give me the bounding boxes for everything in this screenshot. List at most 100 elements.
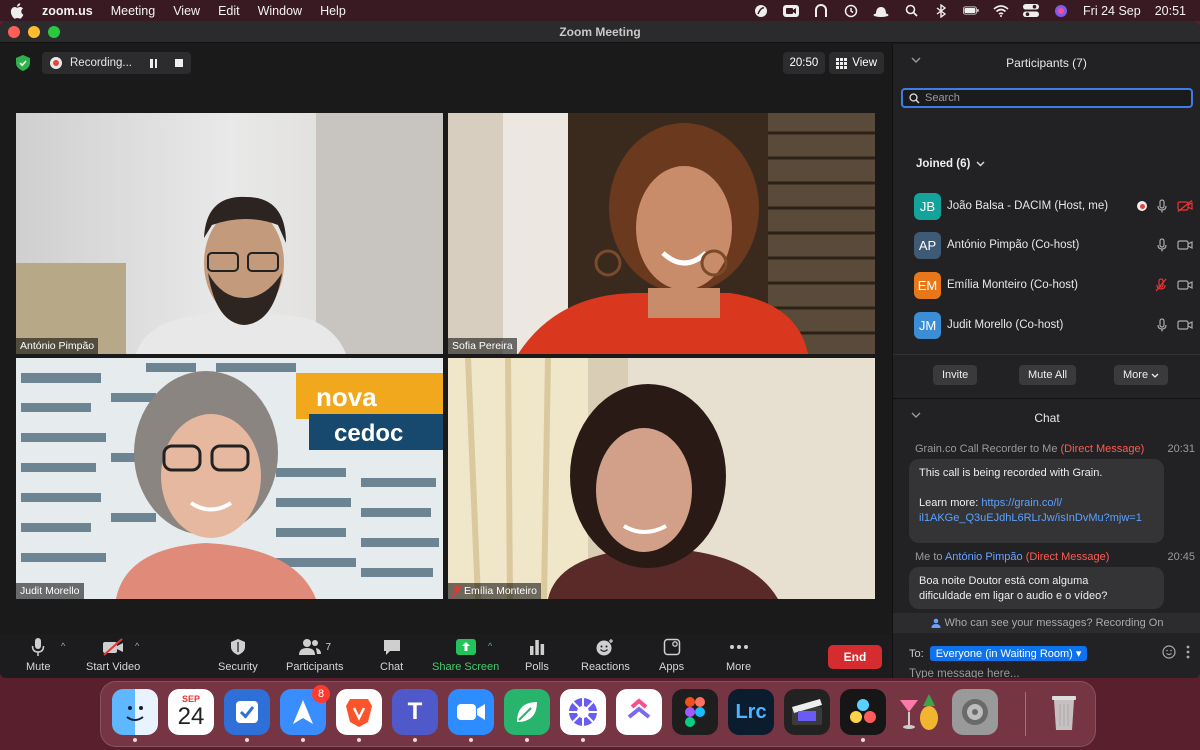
dock-calendar[interactable]: SEP 24 [168,689,214,735]
bluetooth-icon[interactable] [933,3,949,18]
dock-brave-browser[interactable] [336,689,382,742]
dock-finder[interactable] [112,689,158,742]
video-tile-judit[interactable]: nova cedoc Judit Morello [16,358,443,599]
microphone-icon[interactable] [1157,199,1167,213]
mute-all-button[interactable]: Mute All [1019,365,1077,385]
dock-evernote-like-app[interactable] [504,689,550,742]
battery-icon[interactable] [963,4,979,18]
avatar: JM [914,311,941,339]
video-camera-icon[interactable] [1177,319,1193,331]
more-options-button[interactable]: More [1114,365,1169,385]
dock-perplexity-app[interactable] [560,689,606,742]
zoom-status-icon[interactable] [783,4,800,18]
menu-meeting[interactable]: Meeting [111,4,155,18]
end-meeting-button[interactable]: End [828,645,882,669]
participant-row[interactable]: JM Judit Morello (Co-host) [914,311,1199,339]
menu-window[interactable]: Window [258,4,302,18]
stop-recording-icon[interactable] [175,59,184,67]
encryption-shield-icon[interactable] [12,52,34,74]
maximize-window-button[interactable] [48,26,60,38]
mute-button[interactable]: Mute [26,636,50,673]
reactions-button[interactable]: Reactions [581,636,630,673]
time-machine-icon[interactable] [843,4,859,18]
microphone-icon[interactable] [1157,238,1167,252]
video-off-icon[interactable] [1177,200,1193,212]
participant-search-input[interactable] [925,92,1175,104]
chevron-down-icon [976,161,985,167]
dock-figma[interactable] [672,689,718,735]
side-panel: Participants (7) Joined (6) JB João Bals… [892,44,1200,678]
message-visibility-link[interactable]: Who can see your messages? Recording On [893,613,1200,633]
recipient-dropdown[interactable]: Everyone (in Waiting Room) ▾ [929,646,1088,661]
apple-icon[interactable] [10,2,24,19]
menu-help[interactable]: Help [320,4,346,18]
video-tile-sofia[interactable]: Sofia Pereira [448,113,875,354]
participant-row[interactable]: AP António Pimpão (Co-host) [914,231,1199,259]
siri-icon[interactable] [1053,4,1069,18]
video-camera-icon[interactable] [1177,279,1193,291]
pause-recording-icon[interactable] [150,58,158,68]
collapse-chat-chevron-icon[interactable] [911,412,921,419]
participant-row[interactable]: JB João Balsa - DACIM (Host, me) [914,192,1199,220]
dock-lightroom-classic[interactable]: Lrc [728,689,774,735]
microphone-icon[interactable] [1157,318,1167,332]
video-camera-icon[interactable] [1177,239,1193,251]
participant-video: nova cedoc [16,358,443,599]
emoji-icon[interactable] [1162,645,1176,659]
menubar-time[interactable]: 20:51 [1155,4,1186,18]
menu-view[interactable]: View [173,4,200,18]
more-button[interactable]: More [726,636,751,673]
menu-edit[interactable]: Edit [218,4,240,18]
grain-link[interactable]: https://grain.co/l/ [981,497,1062,509]
start-video-button[interactable]: Start Video [86,636,140,673]
chat-message-input[interactable] [909,668,1189,678]
participant-row[interactable]: EM Emília Monteiro (Co-host) [914,271,1199,299]
dock-tasks-app[interactable] [224,689,270,742]
polls-button[interactable]: Polls [525,636,549,673]
chat-button[interactable]: Chat [380,636,403,673]
direct-message-tag: (Direct Message) [1060,443,1145,455]
video-options-chevron-icon[interactable]: ^ [135,641,139,651]
window-titlebar[interactable]: Zoom Meeting [0,21,1200,43]
dock-system-preferences[interactable] [952,689,998,735]
spotlight-search-icon[interactable] [903,4,919,18]
dock-pineapple-app[interactable] [896,689,942,735]
apps-button[interactable]: Apps [659,636,684,673]
share-options-chevron-icon[interactable]: ^ [488,641,492,651]
menubar-date[interactable]: Fri 24 Sep [1083,4,1141,18]
person-icon [931,618,941,628]
dock-teams[interactable]: T [392,689,438,742]
arch-status-icon[interactable] [813,3,829,18]
minimize-window-button[interactable] [28,26,40,38]
dock-davinci-resolve[interactable] [840,689,886,742]
hat-status-icon[interactable] [873,4,889,18]
dock-zoom[interactable] [448,689,494,742]
video-tile-antonio[interactable]: António Pimpão [16,113,443,354]
control-center-icon[interactable] [1023,4,1040,18]
audio-options-chevron-icon[interactable]: ^ [61,641,65,651]
invite-button[interactable]: Invite [933,365,978,385]
muted-mic-icon[interactable] [1155,278,1167,292]
participants-title: Participants (7) [1006,56,1087,70]
dock-spark-mail[interactable]: 8 [280,685,330,742]
grain-link-continued[interactable]: il1AKGe_Q3uEJdhL6RLrJw/isInDvMu?mjw=1 [919,512,1142,524]
menu-app-name[interactable]: zoom.us [42,4,93,18]
view-button[interactable]: View [829,52,884,74]
participant-search-box[interactable] [901,88,1193,108]
leaf-icon [517,702,537,722]
security-button[interactable]: Security [218,636,258,673]
close-window-button[interactable] [8,26,20,38]
participants-button[interactable]: 7 Participants [286,636,343,673]
participant-name: Judit Morello (Co-host) [947,319,1064,331]
dock-trash[interactable] [1041,689,1087,735]
video-tile-emilia[interactable]: Emília Monteiro [448,358,875,599]
leaf-status-icon[interactable] [753,4,769,18]
wifi-icon[interactable] [993,4,1009,18]
collapse-participants-chevron-icon[interactable] [911,57,921,64]
figma-icon [685,697,705,727]
dock-final-cut-pro[interactable] [784,689,830,735]
joined-section-toggle[interactable]: Joined (6) [916,158,985,170]
dock-clickup[interactable] [616,689,662,735]
chat-options-dots-icon[interactable] [1186,645,1190,659]
participants-count: 7 [325,641,332,653]
